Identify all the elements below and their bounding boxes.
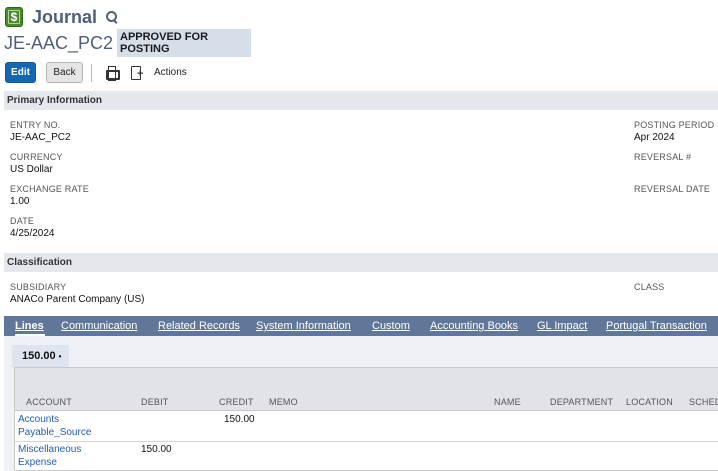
record-id: JE-AAC_PC2 [4,33,114,53]
tab-system-information[interactable]: System Information [256,320,351,332]
subsidiary-label: SUBSIDIARY [10,282,67,292]
entry-no-label: ENTRY NO. [10,120,61,130]
table-row[interactable]: Miscellaneous Expense 150.00 [15,441,718,470]
exchange-rate-value: 1.00 [10,196,30,207]
tab-lines[interactable]: Lines [15,320,44,332]
toolbar-divider [91,63,92,82]
debit-cell: 150.00 [141,444,172,455]
page-header: $ Journal [5,6,118,28]
posting-period-field: POSTING PERIOD Apr 2024 [634,119,714,144]
exchange-rate-label: EXCHANGE RATE [10,184,89,194]
column-header-memo[interactable]: MEMO [269,397,298,407]
actions-menu[interactable]: Actions [154,67,187,78]
lines-table: ACCOUNT DEBIT CREDIT MEMO NAME DEPARTMEN… [14,367,718,471]
status-badge: APPROVED FOR POSTING [117,29,251,57]
account-link[interactable]: Miscellaneous Expense [18,443,108,469]
column-header-name[interactable]: NAME [494,397,521,407]
class-label: CLASS [634,282,665,292]
page-title: Journal [32,6,98,27]
column-header-debit[interactable]: DEBIT [141,397,169,407]
tab-gl-impact[interactable]: GL Impact [537,320,587,332]
journal-dollar-icon: $ [5,7,23,27]
entry-no-field: ENTRY NO. JE-AAC_PC2 [10,119,71,144]
tab-communication[interactable]: Communication [61,320,137,332]
tab-accounting-books[interactable]: Accounting Books [430,320,518,332]
reversal-no-field: REVERSAL # [634,151,691,163]
column-header-location[interactable]: LOCATION [626,397,673,407]
currency-field: CURRENCY US Dollar [10,151,63,176]
toolbar: Edit Back Actions [5,62,187,83]
credit-cell: 150.00 [224,414,255,425]
lines-total: 150.00 • [12,345,70,367]
primary-information-header[interactable]: Primary Information [4,91,718,110]
lines-total-value: 150.00 [22,350,56,362]
table-row[interactable]: Accounts Payable_Source 150.00 [15,411,718,442]
column-header-schedule[interactable]: SCHEDU [689,397,718,407]
lines-total-marker: • [58,351,62,361]
date-label: DATE [10,216,35,226]
subsidiary-field: SUBSIDIARY ANACo Parent Company (US) [10,281,145,306]
new-document-icon[interactable] [130,65,144,80]
edit-button[interactable]: Edit [5,62,36,83]
search-icon[interactable] [106,11,118,23]
classification-header[interactable]: Classification [4,253,718,272]
date-value: 4/25/2024 [10,228,55,239]
currency-label: CURRENCY [10,152,63,162]
reversal-date-field: REVERSAL DATE [634,183,710,195]
tab-portugal-transaction[interactable]: Portugal Transaction [606,320,707,332]
subsidiary-value: ANACo Parent Company (US) [10,294,145,305]
class-field: CLASS [634,281,665,293]
subtab-bar: Lines Communication Related Records Syst… [4,316,718,336]
print-icon[interactable] [105,65,120,81]
account-link[interactable]: Accounts Payable_Source [18,413,108,439]
back-button[interactable]: Back [46,62,83,83]
posting-period-value: Apr 2024 [634,132,675,143]
column-header-account[interactable]: ACCOUNT [26,397,72,407]
reversal-date-label: REVERSAL DATE [634,184,711,194]
date-field: DATE 4/25/2024 [10,215,55,240]
column-header-credit[interactable]: CREDIT [219,397,254,407]
column-header-department[interactable]: DEPARTMENT [550,397,613,407]
tab-related-records[interactable]: Related Records [158,320,240,332]
currency-value: US Dollar [10,164,53,175]
entry-no-value: JE-AAC_PC2 [10,132,71,143]
tab-custom[interactable]: Custom [372,320,410,332]
exchange-rate-field: EXCHANGE RATE 1.00 [10,183,89,208]
reversal-no-label: REVERSAL # [634,152,692,162]
posting-period-label: POSTING PERIOD [634,120,715,130]
